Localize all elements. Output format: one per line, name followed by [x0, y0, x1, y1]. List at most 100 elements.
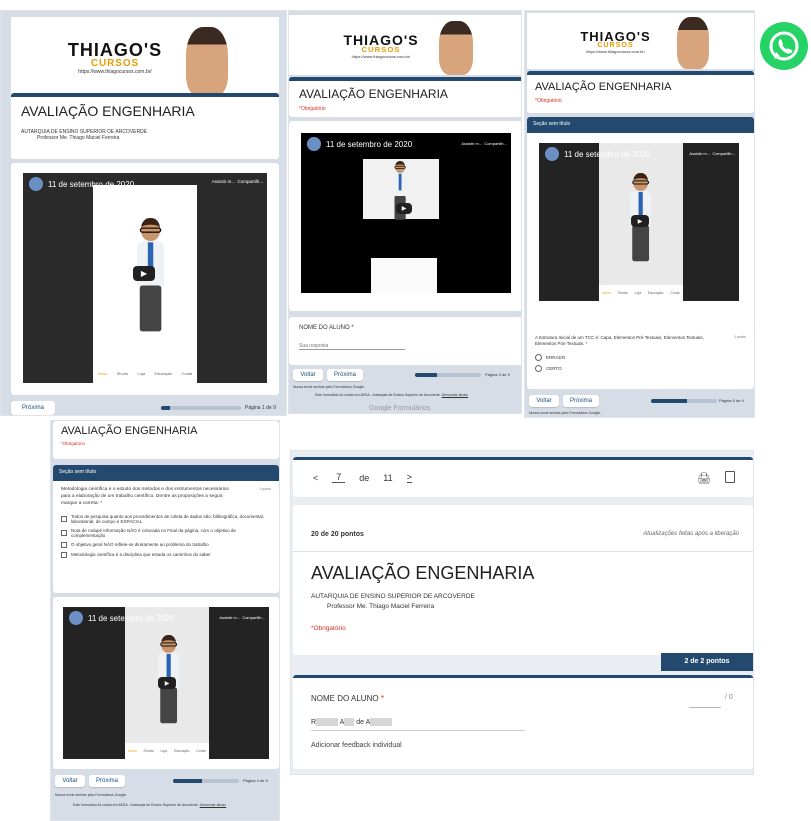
next-button[interactable]: Próxima — [563, 395, 599, 407]
nav-shorts[interactable]: Shorts — [618, 291, 628, 295]
watch-later-label[interactable]: Assistir m... — [461, 141, 482, 146]
video-actions[interactable]: Assistir m... Compartilh... — [461, 141, 507, 146]
watch-later-label[interactable]: Assistir m... — [212, 179, 235, 184]
whatsapp-icon[interactable] — [760, 22, 808, 70]
form-created-note: Este formulário foi criado em AESA - Aut… — [315, 393, 469, 397]
checkbox-option[interactable]: Todos de pesquisa quanto aos procediment… — [61, 514, 271, 524]
nav-home[interactable]: Início — [602, 291, 610, 295]
video-card: 11 de setembro de 2020 Assistir m... Com… — [289, 121, 521, 311]
nav-account[interactable]: Conta — [670, 291, 679, 295]
previous-response-button[interactable]: < — [313, 473, 318, 483]
section-header: Seção sem título — [53, 465, 279, 481]
response-number-input[interactable]: 7 — [332, 472, 346, 483]
response-panel: < 7 de 11 > 🖨 20 de 20 pontos Atualizaçõ… — [290, 450, 754, 775]
checkbox[interactable] — [61, 515, 67, 522]
radio-option[interactable]: ERRADO — [535, 353, 746, 361]
required-note: *Obrigatório — [311, 625, 346, 632]
institution-text: AUTARQUIA DE ENSINO SUPERIOR DE ARCOVERD… — [311, 593, 475, 600]
checkbox-option[interactable]: Metodologia científica é a disciplina qu… — [61, 551, 271, 558]
checkbox[interactable] — [61, 551, 67, 558]
radio-circle[interactable] — [535, 353, 542, 361]
play-button[interactable]: ▶ — [396, 203, 412, 214]
nav-store[interactable]: Loja — [160, 749, 167, 753]
form-banner: THIAGO'S CURSOS https://www.thiagocursos.… — [527, 13, 754, 69]
video-actions[interactable]: Assistir m... Compartilh... — [219, 615, 265, 620]
nav-education[interactable]: Educação — [154, 371, 172, 376]
play-button[interactable]: ▶ — [133, 266, 155, 281]
nav-store[interactable]: Loja — [138, 371, 146, 376]
nav-home[interactable]: Início — [98, 371, 108, 376]
back-button[interactable]: Voltar — [55, 775, 85, 787]
form-banner: THIAGO'S CURSOS https://www.thiagocursos.… — [11, 17, 279, 97]
watch-later-label[interactable]: Assistir m... — [219, 615, 240, 620]
back-button[interactable]: Voltar — [529, 395, 559, 407]
report-abuse-link[interactable]: Denunciar abuso — [442, 393, 468, 397]
checkbox[interactable] — [61, 529, 67, 536]
nav-education[interactable]: Educação — [648, 291, 664, 295]
next-response-button[interactable]: > — [406, 472, 412, 483]
form-banner: THIAGO'S CURSOS https://www.thiagocursos.… — [289, 15, 521, 75]
video-player[interactable]: 11 de setembro de 2020 Assistir m... Com… — [301, 133, 511, 293]
section-card: Seção sem título 11 de setembro de 2020 … — [527, 117, 754, 329]
password-warning: Nunca envie senhas pelo Formulários Goog… — [529, 411, 601, 415]
share-label[interactable]: Compartilh... — [484, 141, 507, 146]
form-title: AVALIAÇÃO ENGENHARIA — [311, 563, 535, 583]
report-abuse-link[interactable]: Denunciar abuso — [200, 803, 226, 807]
question-card: NOME DO ALUNO * Sua resposta — [289, 317, 521, 365]
radio-option[interactable]: CERTO — [535, 364, 746, 372]
form-created-note: Este formulário foi criado em AESA - Aut… — [73, 803, 227, 807]
teacher-photo — [186, 27, 228, 97]
password-warning: Nunca envie senhas pelo Formulários Goog… — [293, 385, 365, 389]
share-label[interactable]: Compartilh... — [237, 179, 263, 184]
of-label: de — [359, 472, 370, 483]
print-icon[interactable]: 🖨 — [697, 472, 711, 485]
student-answer: R A de A — [311, 718, 525, 731]
video-title-bar: 11 de setembro de 2020 — [23, 173, 267, 195]
answer-input[interactable]: Sua resposta — [299, 343, 405, 350]
video-player[interactable]: 11 de setembro de 2020 Assistir m... Com… — [539, 143, 739, 301]
nav-home[interactable]: Início — [128, 749, 136, 753]
checkbox-option[interactable]: O objetivo geral NÃO reflete-se diretame… — [61, 541, 271, 548]
page-indicator: Página 3 de 9 — [485, 372, 510, 377]
back-button[interactable]: Voltar — [293, 369, 323, 381]
video-card: 11 de setembro de 2020 Assistir m... Com… — [53, 597, 279, 769]
video-player[interactable]: 11 de setembro de 2020 Assistir m... Com… — [23, 173, 267, 383]
nav-account[interactable]: Conta — [196, 749, 205, 753]
next-button[interactable]: Próxima — [327, 369, 363, 381]
video-player[interactable]: 11 de setembro de 2020 Assistir m... Com… — [63, 607, 269, 759]
form-header-card: AVALIAÇÃO ENGENHARIA *Obrigatório — [53, 421, 279, 459]
next-button[interactable]: Próxima — [11, 401, 55, 415]
brand-url: https://www.thiagocursos.com.br/ — [78, 68, 152, 75]
play-button[interactable]: ▶ — [631, 215, 649, 227]
question-label: NOME DO ALUNO * — [299, 325, 354, 331]
form-title: AVALIAÇÃO ENGENHARIA — [299, 87, 448, 101]
progress-bar — [651, 399, 717, 403]
radio-circle[interactable] — [535, 364, 542, 372]
video-actions[interactable]: Assistir m... Compartilh... — [689, 151, 735, 156]
teacher-photo — [439, 21, 473, 75]
watch-later-label[interactable]: Assistir m... — [689, 151, 710, 156]
delete-icon[interactable] — [725, 471, 735, 483]
channel-avatar — [545, 147, 559, 161]
add-feedback-link[interactable]: Adicionar feedback individual — [311, 742, 402, 749]
brand-url: https://www.thiagocursos.com.br/ — [351, 53, 411, 59]
nav-shorts[interactable]: Shorts — [117, 371, 129, 376]
response-total: 11 — [383, 472, 393, 483]
nav-shorts[interactable]: Shorts — [144, 749, 154, 753]
question-label: Metodologia científica é o estudo dos mé… — [61, 487, 229, 506]
video-title: 11 de setembro de 2020 — [48, 179, 135, 189]
phone-screen — [371, 258, 437, 293]
password-warning: Nunca envie senhas pelo Formulários Goog… — [55, 793, 127, 797]
score-input[interactable] — [689, 700, 721, 708]
checkbox-option[interactable]: Nota de rodapé Informação NÃO é colocada… — [61, 528, 271, 538]
next-button[interactable]: Próxima — [89, 775, 125, 787]
nav-education[interactable]: Educação — [174, 749, 190, 753]
checkbox[interactable] — [61, 541, 67, 548]
play-button[interactable]: ▶ — [158, 677, 176, 689]
video-nav-bar: Início Shorts Loja Educação Conta — [93, 363, 197, 383]
video-actions[interactable]: Assistir m... Compartilh... — [212, 179, 263, 184]
share-label[interactable]: Compartilh... — [712, 151, 735, 156]
share-label[interactable]: Compartilh... — [242, 615, 265, 620]
nav-store[interactable]: Loja — [634, 291, 641, 295]
nav-account[interactable]: Conta — [182, 371, 193, 376]
